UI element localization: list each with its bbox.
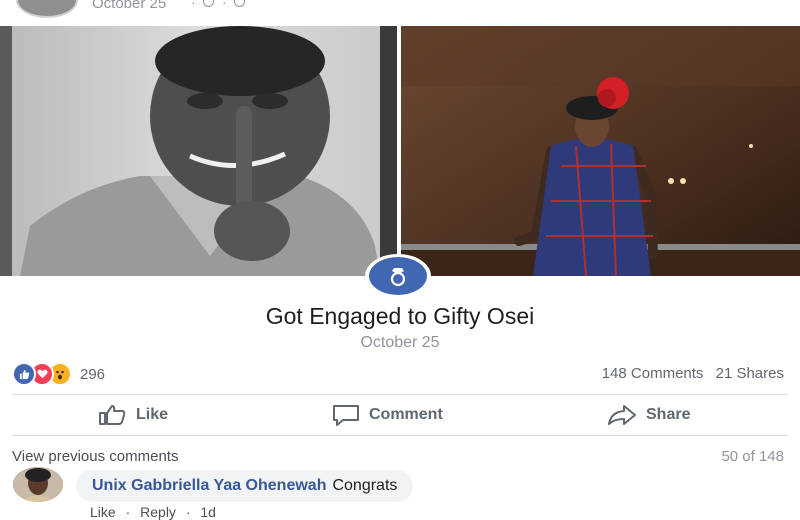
comments-count[interactable]: 148 Comments	[602, 365, 704, 382]
life-event-date: October 25	[360, 334, 440, 351]
photo-man[interactable]	[0, 26, 397, 276]
reactions-summary[interactable]: 296	[12, 362, 105, 386]
comment-icon	[333, 405, 359, 426]
comment-bubble: Unix Gabbriella Yaa Ohenewah Congrats	[76, 470, 414, 502]
like-label: Like	[136, 406, 169, 423]
separator-dot: ·	[125, 504, 131, 520]
ring-icon	[369, 257, 427, 295]
like-icon	[12, 362, 36, 386]
comments-shown-count: 50 of 148	[721, 448, 784, 465]
photo-woman[interactable]	[401, 26, 800, 276]
comment-like-link[interactable]: Like	[90, 504, 116, 520]
separator-dot: ·	[191, 0, 196, 10]
clock-icon	[203, 0, 214, 7]
comment-button[interactable]: Comment	[331, 396, 443, 434]
comment-text: Congrats	[332, 477, 398, 494]
post-header: October 25 · ·	[0, 0, 800, 24]
action-bar: Like Comment Share	[0, 396, 800, 434]
post-date[interactable]: October 25	[92, 0, 166, 12]
separator-dot: ·	[222, 0, 227, 10]
life-event-title: Got Engaged to Gifty Osei	[265, 303, 535, 329]
share-label: Share	[646, 406, 691, 423]
globe-icon[interactable]	[234, 0, 245, 7]
comment-label: Comment	[369, 406, 443, 423]
reaction-count[interactable]: 296	[80, 366, 105, 383]
thumbs-up-icon	[99, 405, 126, 425]
poster-avatar[interactable]	[16, 0, 78, 18]
post-photos	[0, 26, 800, 276]
comment-author[interactable]: Unix Gabbriella Yaa Ohenewah	[92, 477, 326, 495]
comment-time[interactable]: 1d	[200, 504, 216, 520]
view-previous-comments-link[interactable]: View previous comments	[12, 448, 178, 465]
separator-dot: ·	[185, 504, 191, 520]
commenter-avatar[interactable]	[13, 467, 63, 502]
divider	[12, 394, 788, 395]
divider	[12, 435, 788, 436]
comment-meta: Like · Reply · 1d	[90, 504, 222, 520]
share-icon	[608, 405, 636, 425]
share-button[interactable]: Share	[606, 396, 690, 434]
like-button[interactable]: Like	[98, 396, 168, 434]
comment-reply-link[interactable]: Reply	[140, 504, 176, 520]
life-event-badge	[365, 254, 431, 298]
post-stats: 148 Comments 21 Shares	[594, 365, 784, 382]
shares-count[interactable]: 21 Shares	[716, 365, 784, 382]
